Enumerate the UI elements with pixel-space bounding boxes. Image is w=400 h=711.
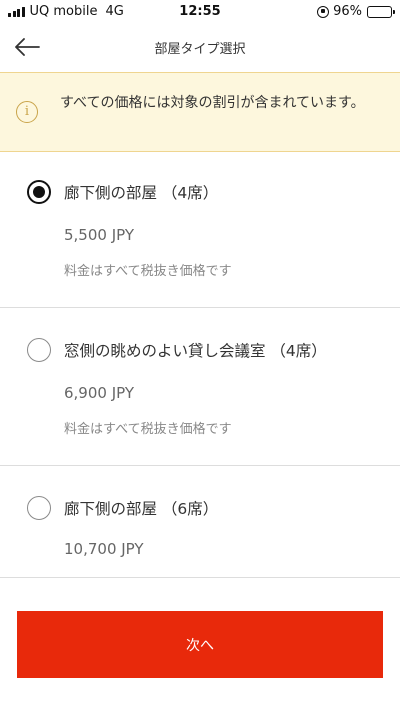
page-title: 部屋タイプ選択 [154, 42, 246, 57]
radio-button[interactable] [27, 338, 51, 362]
room-price: 5,500 JPY [64, 226, 135, 244]
next-button[interactable]: 次へ [17, 611, 383, 678]
discount-notice: i すべての価格には対象の割引が含まれています。 [0, 72, 400, 152]
room-price: 10,700 JPY [64, 540, 144, 558]
room-option-hallway-6[interactable]: 廊下側の部屋 （6席） 10,700 JPY [0, 466, 400, 578]
status-bar: UQ mobile 4G 12:55 96% [0, 0, 400, 22]
radio-button[interactable] [27, 180, 51, 204]
radio-button[interactable] [27, 496, 51, 520]
room-price: 6,900 JPY [64, 384, 135, 402]
room-price-note: 料金はすべて税抜き価格です [64, 264, 232, 279]
notice-text: すべての価格には対象の割引が含まれています。 [60, 95, 365, 111]
status-bar-right: 96% [317, 4, 395, 19]
orientation-lock-icon [317, 5, 330, 18]
nav-bar: 部屋タイプ選択 [0, 22, 400, 72]
room-option-hallway-4[interactable]: 廊下側の部屋 （4席） 5,500 JPY 料金はすべて税抜き価格です [0, 152, 400, 308]
room-name: 窓側の眺めのよい貸し会議室 （4席） [64, 342, 327, 360]
room-name: 廊下側の部屋 （4席） [64, 184, 219, 202]
room-name: 廊下側の部屋 （6席） [64, 500, 219, 518]
room-price-note: 料金はすべて税抜き価格です [64, 422, 232, 437]
battery-icon [367, 5, 395, 18]
room-option-window-4[interactable]: 窓側の眺めのよい貸し会議室 （4席） 6,900 JPY 料金はすべて税抜き価格… [0, 308, 400, 466]
battery-percent: 96% [333, 4, 362, 19]
info-icon: i [16, 101, 38, 123]
